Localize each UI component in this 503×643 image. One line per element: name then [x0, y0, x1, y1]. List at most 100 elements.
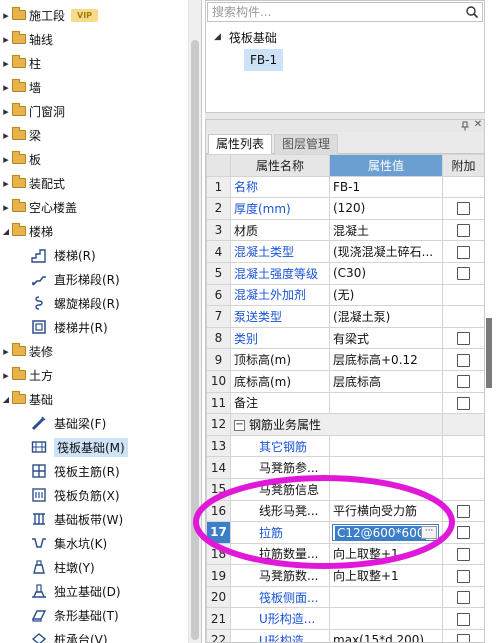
property-row[interactable]: 20 筏板侧面...	[206, 585, 484, 609]
property-name[interactable]: 厚度(mm)	[230, 197, 330, 220]
property-value-editor[interactable]: C12@600*600 ···	[332, 523, 439, 541]
property-name[interactable]: 材质	[230, 218, 330, 242]
selected-value-text[interactable]: C12@600*600	[335, 525, 427, 540]
property-value[interactable]: (C30)	[329, 261, 443, 285]
property-name[interactable]: 线形马凳...	[230, 499, 330, 523]
property-value[interactable]: C12@600*600 ···	[329, 521, 443, 544]
tree-child-item[interactable]: 集水坑(K)	[30, 531, 107, 555]
property-row[interactable]: 9 顶标高(m) 层底标高+0.12	[206, 348, 484, 371]
extra-cell[interactable]	[442, 499, 484, 523]
property-value[interactable]	[329, 434, 443, 458]
property-name[interactable]: 名称	[230, 175, 330, 199]
tree-child-item[interactable]: 基础梁(F)	[30, 411, 106, 435]
property-row[interactable]: 18 拉筋数量... 向上取整+1	[206, 542, 484, 566]
expand-arrow-icon[interactable]: ▸	[0, 105, 12, 118]
property-name[interactable]: 马凳筋参...	[230, 456, 330, 479]
tree-folder-8[interactable]: ◢ 楼梯	[0, 219, 53, 243]
tree-folder-2[interactable]: ▸ 墙	[0, 75, 41, 99]
tree-folder-7[interactable]: ▸ 空心楼盖	[0, 195, 77, 219]
property-name[interactable]: 筏板侧面...	[230, 585, 330, 609]
property-value[interactable]	[329, 391, 443, 415]
extra-checkbox[interactable]	[457, 267, 470, 281]
tree-folder-1[interactable]: ▸ 柱	[0, 51, 41, 75]
extra-checkbox[interactable]	[457, 396, 470, 410]
property-value[interactable]	[329, 456, 443, 479]
property-name[interactable]: 马凳筋数...	[230, 564, 330, 587]
property-value[interactable]: (120)	[329, 197, 443, 220]
property-row[interactable]: 11 备注	[206, 391, 484, 415]
tree-child-item[interactable]: 直形梯段(R)	[30, 267, 120, 291]
tree-child-item[interactable]: 楼梯(R)	[30, 243, 96, 267]
extra-checkbox[interactable]	[457, 569, 470, 583]
tree-folder-5[interactable]: ▸ 板	[0, 147, 41, 171]
tree-folder-11[interactable]: ◢ 基础	[0, 387, 53, 411]
property-value[interactable]: 向上取整+1	[329, 542, 443, 566]
property-value[interactable]: (混凝土泵)	[329, 305, 443, 328]
expand-arrow-icon[interactable]: ▸	[0, 129, 12, 142]
property-value[interactable]: 层底标高+0.12	[329, 348, 443, 371]
tree-folder-4[interactable]: ▸ 梁	[0, 123, 41, 147]
ellipsis-button[interactable]: ···	[421, 525, 437, 539]
tree-folder-3[interactable]: ▸ 门窗洞	[0, 99, 65, 123]
property-name[interactable]: 混凝土类型	[230, 240, 330, 263]
pin-icon[interactable]	[460, 121, 470, 131]
expand-arrow-icon[interactable]: ▸	[0, 57, 12, 70]
property-row[interactable]: 2 厚度(mm) (120)	[206, 197, 484, 220]
property-value[interactable]: 向上取整+1	[329, 564, 443, 587]
tree-scrollbar[interactable]	[188, 0, 201, 643]
property-name[interactable]: 拉筋数量...	[230, 542, 330, 566]
tree-folder-6[interactable]: ▸ 装配式	[0, 171, 65, 195]
property-name[interactable]: 底标高(m)	[230, 369, 330, 393]
tree-child-item[interactable]: 桩承台(V)	[30, 627, 108, 643]
tree-child-item[interactable]: 柱墩(Y)	[30, 555, 95, 579]
extra-cell[interactable]	[442, 521, 484, 544]
extra-cell[interactable]	[442, 585, 484, 609]
tree-folder-0[interactable]: ▸ 轴线	[0, 27, 53, 51]
property-row[interactable]: 3 材质 混凝土	[206, 218, 484, 242]
property-name[interactable]: U形构造...	[230, 629, 330, 642]
tab-layer-management[interactable]: 图层管理	[274, 134, 339, 154]
extra-cell[interactable]	[442, 261, 484, 285]
extra-checkbox[interactable]	[457, 634, 470, 642]
property-value[interactable]: 平行横向受力筋	[329, 499, 443, 523]
property-value[interactable]: FB-1	[329, 175, 443, 199]
extra-cell[interactable]	[442, 564, 484, 587]
property-value[interactable]	[329, 607, 443, 631]
property-name[interactable]: 其它钢筋	[230, 434, 330, 458]
property-row[interactable]: 12− 钢筋业务属性	[206, 413, 484, 436]
property-name[interactable]: 类别	[230, 326, 330, 350]
extra-cell[interactable]	[442, 542, 484, 566]
tree-scrollbar-thumb[interactable]	[191, 40, 199, 640]
property-name[interactable]: 混凝土外加剂	[230, 283, 330, 307]
property-value[interactable]	[329, 477, 443, 501]
column-header-value[interactable]: 属性值	[329, 154, 443, 177]
column-header-extra[interactable]: 附加	[442, 154, 484, 177]
tree-child-item[interactable]: 筏板主筋(R)	[30, 459, 120, 483]
property-row[interactable]: 6 混凝土外加剂 (无)	[206, 283, 484, 307]
extra-checkbox[interactable]	[457, 612, 470, 626]
property-name[interactable]: U形构造...	[230, 607, 330, 631]
property-name[interactable]: 顶标高(m)	[230, 348, 330, 371]
property-row[interactable]: 7 泵送类型 (混凝土泵)	[206, 305, 484, 328]
property-row[interactable]: 10 底标高(m) 层底标高	[206, 369, 484, 393]
extra-checkbox[interactable]	[457, 591, 470, 605]
property-row[interactable]: 4 混凝土类型 (现浇混凝土碎石...	[206, 240, 484, 263]
search-box[interactable]	[207, 2, 483, 22]
property-name[interactable]: 马凳筋信息	[230, 477, 330, 501]
extra-cell[interactable]	[442, 607, 484, 631]
extra-cell[interactable]	[442, 218, 484, 242]
component-group[interactable]: ◢ 筏板基础	[214, 28, 277, 46]
property-row[interactable]: 22 U形构造... max(15*d,200)	[206, 629, 484, 642]
extra-checkbox[interactable]	[457, 202, 470, 216]
property-row[interactable]: 1 名称 FB-1	[206, 175, 484, 199]
extra-checkbox[interactable]	[457, 547, 470, 561]
extra-cell[interactable]	[442, 240, 484, 263]
property-name[interactable]: 备注	[230, 391, 330, 415]
property-value[interactable]	[329, 585, 443, 609]
expand-arrow-icon[interactable]: ▸	[0, 177, 12, 190]
tree-folder-construction-stage[interactable]: ▸ 施工段 VIP	[0, 3, 99, 27]
search-input[interactable]	[212, 5, 452, 19]
extra-checkbox[interactable]	[457, 245, 470, 259]
extra-checkbox[interactable]	[457, 332, 470, 346]
tree-child-item[interactable]: 筏板负筋(X)	[30, 483, 120, 507]
